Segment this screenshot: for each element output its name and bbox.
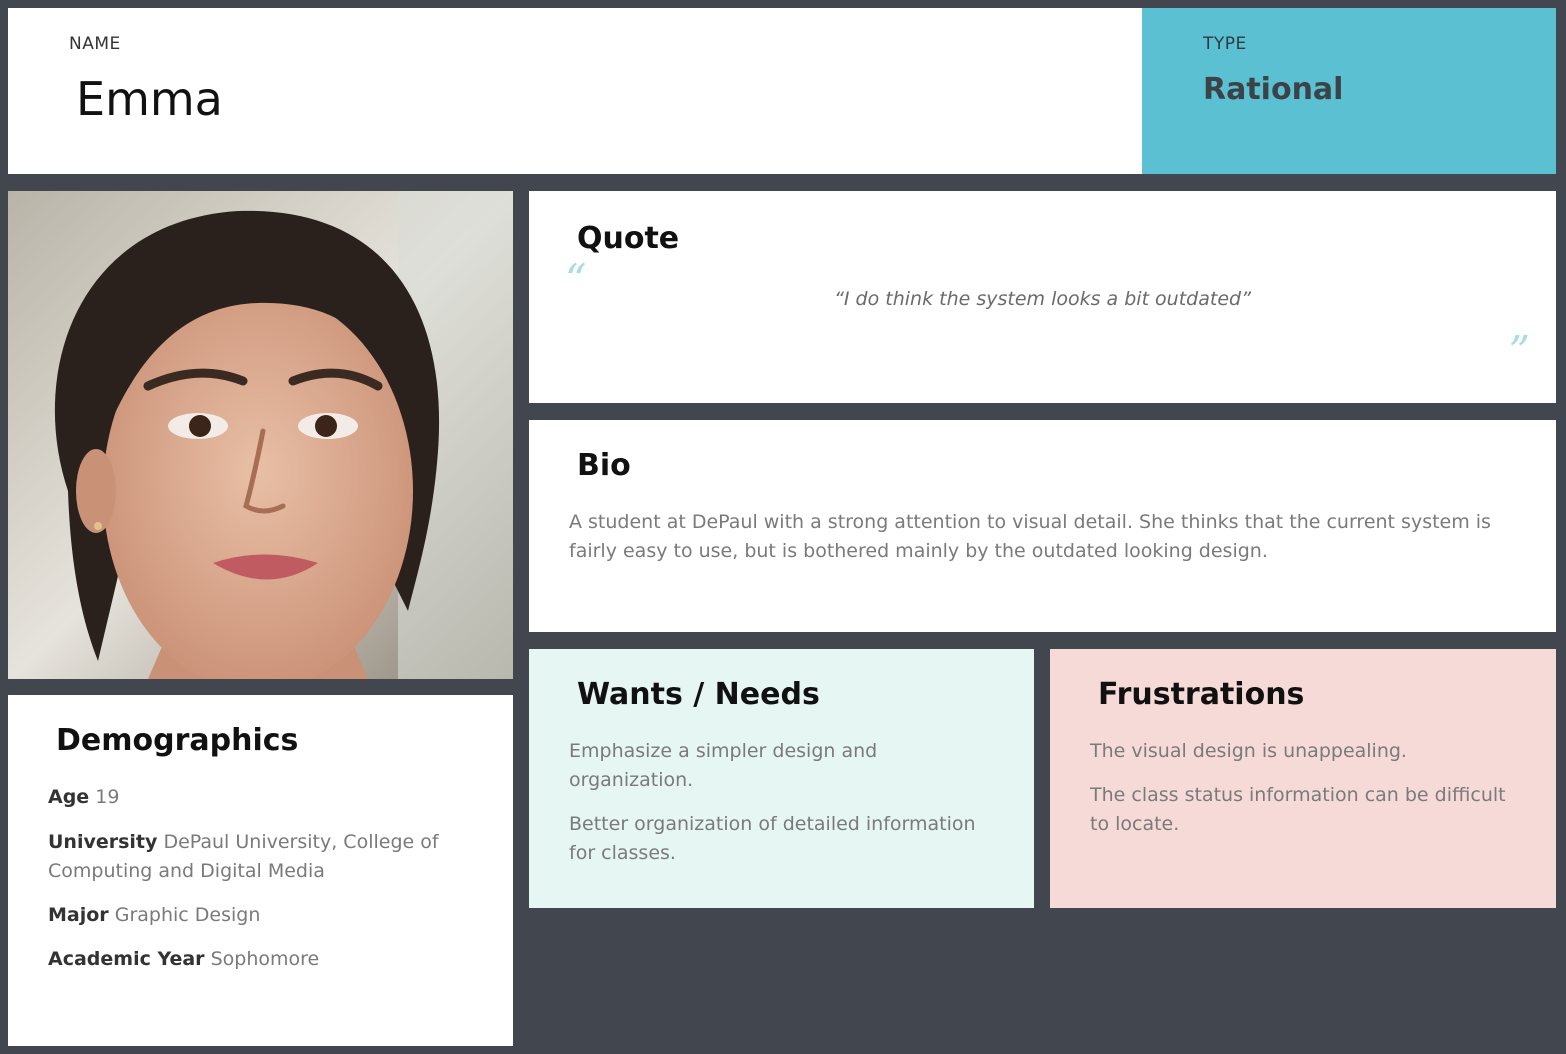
type-label: TYPE [1203,34,1247,54]
bio-text: A student at DePaul with a strong attent… [569,511,1491,562]
persona-name: Emma [76,72,223,126]
list-item: Emphasize a simpler design and organizat… [569,740,878,791]
frustrations-list: The visual design is unappealing. The cl… [1090,737,1510,854]
quote-card: Quote “ “I do think the system looks a b… [529,191,1556,403]
demographic-university: University DePaul University, College of… [48,828,478,886]
bio-title: Bio [577,448,631,483]
name-card: NAME Emma [8,8,1142,174]
frustrations-title: Frustrations [1098,677,1305,712]
demographic-academic-year: Academic Year Sophomore [48,945,478,974]
type-card: TYPE Rational [1142,8,1556,174]
demographic-age: Age 19 [48,783,478,812]
persona-photo [8,191,513,679]
demographics-title: Demographics [56,723,299,758]
portrait-image [8,191,513,679]
frustrations-card: Frustrations The visual design is unappe… [1050,649,1556,908]
demographic-key: Academic Year [48,948,205,970]
quote-text: “I do think the system looks a bit outda… [834,288,1251,310]
list-item: The visual design is unappealing. [1090,740,1407,762]
close-quote-icon: ” [1508,327,1530,376]
list-item: The class status information can be diff… [1090,784,1506,835]
list-item: Better organization of detailed informat… [569,813,976,864]
demographic-major: Major Graphic Design [48,901,478,930]
bio-card: Bio A student at DePaul with a strong at… [529,420,1556,632]
name-label: NAME [69,34,121,54]
demographic-key: Age [48,786,90,808]
demographic-value: 19 [95,786,120,808]
wants-needs-title: Wants / Needs [577,677,820,712]
demographic-value: Sophomore [210,948,320,970]
demographic-value: Graphic Design [114,904,261,926]
demographics-card: Demographics Age 19 University DePaul Un… [8,695,513,1046]
wants-needs-card: Wants / Needs Emphasize a simpler design… [529,649,1034,908]
quote-title: Quote [577,221,680,256]
demographic-key: University [48,831,158,853]
persona-type: Rational [1203,72,1344,107]
demographic-key: Major [48,904,109,926]
persona-page: NAME Emma TYPE Rational Quote “ “I do th… [0,0,1566,1054]
wants-needs-list: Emphasize a simpler design and organizat… [569,737,989,883]
